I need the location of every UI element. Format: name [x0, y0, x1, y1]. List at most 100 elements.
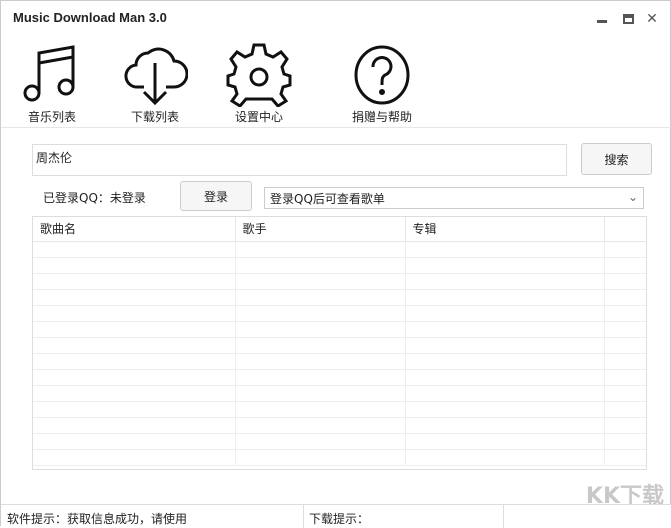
table-row[interactable] — [33, 321, 646, 338]
table-cell — [33, 305, 236, 322]
table-cell — [235, 449, 406, 466]
table-cell — [405, 417, 605, 434]
window-title: Music Download Man 3.0 — [13, 10, 167, 25]
table-cell — [604, 273, 646, 290]
table-row[interactable] — [33, 449, 646, 466]
table-cell — [604, 289, 646, 306]
table-cell — [33, 257, 236, 274]
table-row[interactable] — [33, 337, 646, 354]
playlist-select[interactable]: 登录QQ后可查看歌单 ⌄ — [264, 187, 644, 209]
table-cell — [405, 305, 605, 322]
table-cell — [235, 417, 406, 434]
table-cell — [235, 401, 406, 418]
table-cell — [235, 273, 406, 290]
song-table[interactable]: 歌曲名 歌手 专辑 — [32, 216, 647, 470]
table-cell — [33, 401, 236, 418]
search-button[interactable]: 搜索 — [581, 143, 652, 175]
table-cell — [33, 369, 236, 386]
table-cell — [33, 433, 236, 450]
table-cell — [405, 321, 605, 338]
table-cell — [604, 241, 646, 258]
status-divider — [303, 505, 304, 528]
table-cell — [33, 449, 236, 466]
table-row[interactable] — [33, 401, 646, 418]
table-cell — [405, 433, 605, 450]
table-row[interactable] — [33, 305, 646, 322]
toolbar-settings[interactable]: 设置中心 — [214, 41, 304, 125]
table-cell — [235, 257, 406, 274]
toolbar-label: 下载列表 — [130, 110, 179, 124]
status-bar: 软件提示：获取信息成功，请使用 下载提示： — [1, 504, 671, 528]
table-row[interactable] — [33, 273, 646, 290]
toolbar-donate-help[interactable]: 捐赠与帮助 — [337, 41, 427, 125]
table-cell — [604, 385, 646, 402]
search-input[interactable]: 周杰伦 — [32, 144, 567, 176]
table-cell — [604, 337, 646, 354]
table-row[interactable] — [33, 369, 646, 386]
chevron-down-icon: ⌄ — [627, 190, 638, 204]
playlist-select-value: 登录QQ后可查看歌单 — [270, 192, 385, 206]
minimize-button[interactable] — [592, 9, 612, 29]
table-cell — [33, 385, 236, 402]
table-cell — [235, 337, 406, 354]
table-cell — [405, 257, 605, 274]
table-cell — [235, 289, 406, 306]
table-cell — [235, 433, 406, 450]
music-note-icon — [23, 45, 75, 102]
table-cell — [235, 305, 406, 322]
table-row[interactable] — [33, 385, 646, 402]
table-cell — [33, 289, 236, 306]
table-cell — [405, 369, 605, 386]
status-divider — [503, 505, 504, 528]
table-cell — [604, 369, 646, 386]
column-header-extra[interactable] — [604, 217, 646, 242]
toolbar-divider — [1, 127, 671, 128]
table-row[interactable] — [33, 353, 646, 370]
column-header-song[interactable]: 歌曲名 — [33, 217, 236, 242]
table-row[interactable] — [33, 257, 646, 274]
gear-icon — [226, 43, 292, 107]
cloud-download-icon — [124, 47, 188, 106]
toolbar-download-list[interactable]: 下载列表 — [110, 41, 200, 125]
download-tip: 下载提示： — [309, 512, 370, 526]
table-cell — [405, 273, 605, 290]
column-header-artist[interactable]: 歌手 — [235, 217, 406, 242]
table-cell — [235, 385, 406, 402]
table-cell — [604, 305, 646, 322]
table-cell — [33, 353, 236, 370]
table-cell — [604, 417, 646, 434]
table-cell — [235, 321, 406, 338]
table-row[interactable] — [33, 433, 646, 450]
table-cell — [405, 401, 605, 418]
table-cell — [33, 417, 236, 434]
table-cell — [604, 433, 646, 450]
table-cell — [604, 449, 646, 466]
table-cell — [604, 257, 646, 274]
table-cell — [235, 241, 406, 258]
table-row[interactable] — [33, 417, 646, 434]
help-icon — [354, 45, 410, 105]
table-cell — [33, 241, 236, 258]
table-cell — [235, 353, 406, 370]
table-cell — [405, 385, 605, 402]
table-cell — [405, 289, 605, 306]
close-button[interactable]: ✕ — [642, 9, 662, 29]
table-cell — [33, 273, 236, 290]
table-cell — [235, 369, 406, 386]
table-cell — [604, 401, 646, 418]
software-tip: 软件提示：获取信息成功，请使用 — [7, 512, 188, 526]
table-cell — [33, 321, 236, 338]
toolbar-music-list[interactable]: 音乐列表 — [7, 41, 97, 125]
table-row[interactable] — [33, 241, 646, 258]
table-cell — [405, 241, 605, 258]
table-cell — [405, 353, 605, 370]
table-cell — [405, 337, 605, 354]
maximize-button[interactable] — [618, 9, 638, 29]
toolbar-label: 音乐列表 — [27, 110, 76, 124]
login-button[interactable]: 登录 — [180, 181, 252, 211]
table-row[interactable] — [33, 289, 646, 306]
table-cell — [604, 353, 646, 370]
table-cell — [604, 321, 646, 338]
table-cell — [33, 337, 236, 354]
column-header-album[interactable]: 专辑 — [405, 217, 605, 242]
